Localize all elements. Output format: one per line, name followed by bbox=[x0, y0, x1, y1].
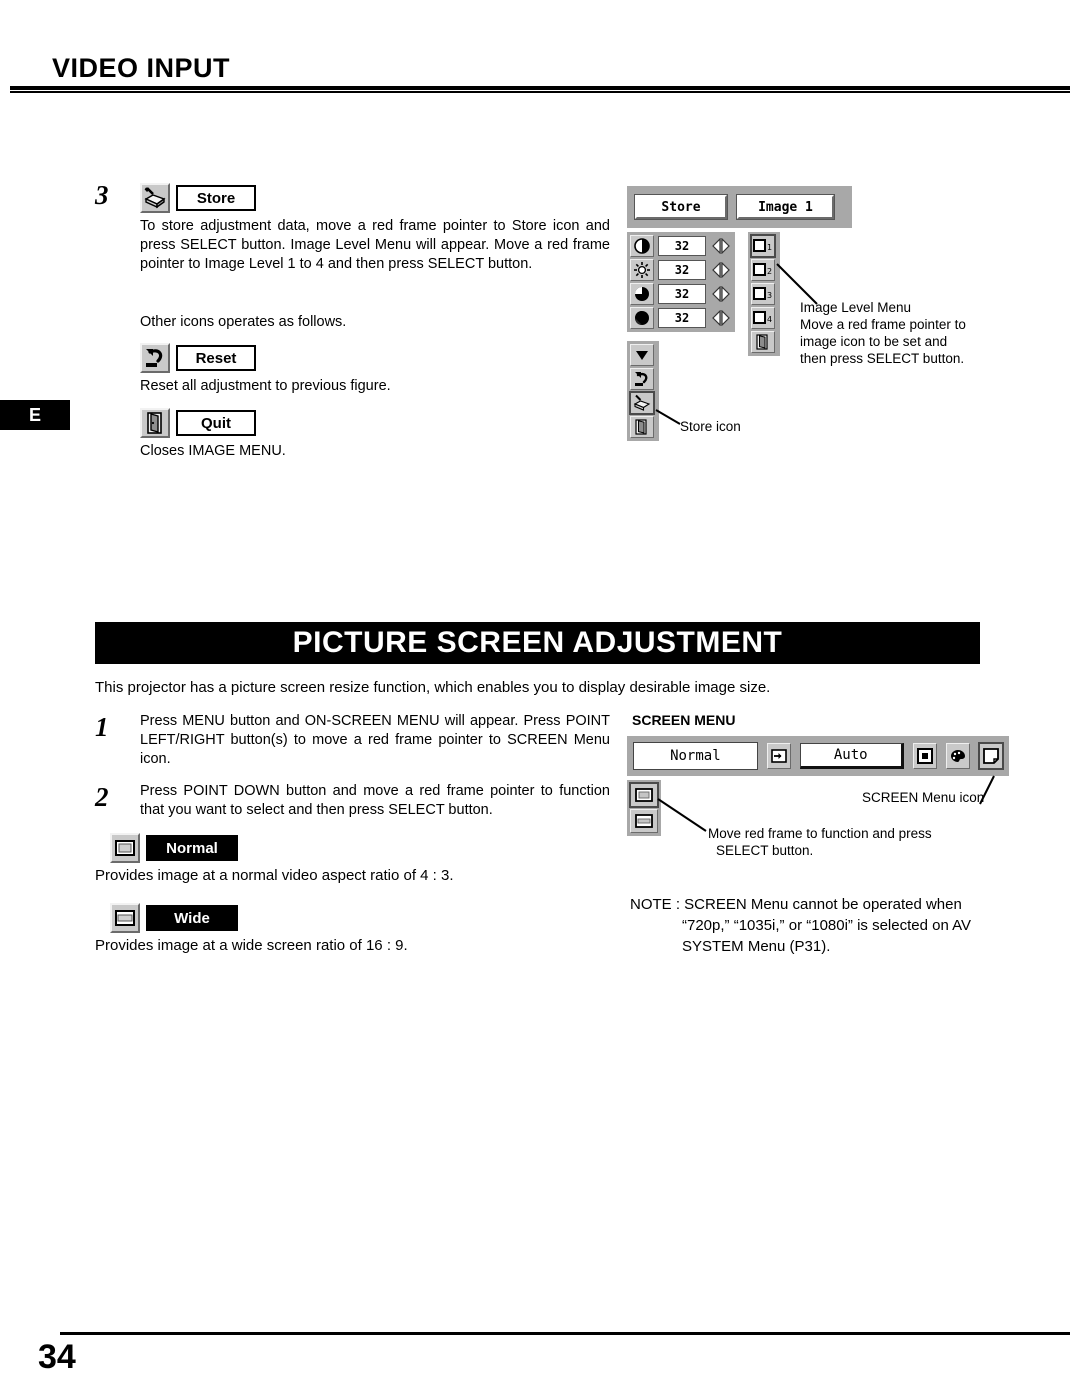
reset-description: Reset all adjustment to previous figure. bbox=[140, 378, 391, 394]
reset-icon bbox=[140, 343, 170, 373]
normal-button-label[interactable]: Normal bbox=[146, 835, 238, 861]
page-number: 34 bbox=[38, 1338, 76, 1376]
image-level-2-icon[interactable]: 2 bbox=[751, 259, 775, 281]
tint-icon bbox=[630, 307, 654, 329]
screen-wide-icon bbox=[110, 903, 140, 933]
left-right-arrows-icon[interactable] bbox=[710, 236, 732, 256]
step-2-text: Press POINT DOWN button and move a red f… bbox=[140, 783, 610, 818]
input-icon[interactable] bbox=[766, 743, 791, 769]
quit-button-label[interactable]: Quit bbox=[176, 410, 256, 436]
store-button-label[interactable]: Store bbox=[176, 185, 256, 211]
margin-language-tab: E bbox=[0, 400, 70, 430]
image-level-callout: Image Level Menu Move a red frame pointe… bbox=[800, 299, 1050, 367]
section-banner-picture-screen-adjustment: PICTURE SCREEN ADJUSTMENT bbox=[95, 622, 980, 664]
svg-text:4: 4 bbox=[767, 315, 772, 324]
color-palette-icon[interactable] bbox=[945, 743, 970, 769]
adjust-row[interactable]: 32 bbox=[630, 307, 732, 329]
image-level-3-icon[interactable]: 3 bbox=[751, 283, 775, 305]
adjust-value[interactable]: 32 bbox=[658, 260, 706, 280]
left-right-arrows-icon[interactable] bbox=[710, 284, 732, 304]
adjust-row[interactable]: 32 bbox=[630, 283, 732, 305]
callout-line: SELECT button. bbox=[716, 843, 814, 858]
image-level-1-icon[interactable]: 1 bbox=[750, 234, 776, 258]
reset-icon[interactable] bbox=[630, 368, 654, 390]
adjust-value[interactable]: 32 bbox=[658, 284, 706, 304]
reset-button-label[interactable]: Reset bbox=[176, 345, 256, 371]
svg-text:2: 2 bbox=[767, 267, 772, 276]
page-title: VIDEO INPUT bbox=[52, 53, 231, 83]
screen-normal-icon[interactable] bbox=[629, 782, 659, 808]
screen-menu-icon-callout: SCREEN Menu icon bbox=[862, 790, 985, 805]
note-line: SYSTEM Menu (P31). bbox=[682, 938, 831, 955]
step-1-text: Press MENU button and ON-SCREEN MENU wil… bbox=[140, 713, 610, 767]
osd-store-tab[interactable]: Store bbox=[634, 194, 728, 220]
wide-description: Provides image at a wide screen ratio of… bbox=[95, 937, 408, 954]
brightness-icon bbox=[630, 259, 654, 281]
other-icons-note: Other icons operates as follows. bbox=[140, 314, 347, 330]
callout-line: Move red frame to function and press bbox=[708, 826, 932, 841]
auto-value[interactable]: Auto bbox=[799, 743, 904, 769]
image-level-4-icon[interactable]: 4 bbox=[751, 307, 775, 329]
wide-button-row[interactable]: Wide bbox=[110, 903, 238, 933]
image-menu-top-bar: Store Image 1 bbox=[627, 186, 852, 228]
svg-text:3: 3 bbox=[767, 291, 772, 300]
screen-menu-heading: SCREEN MENU bbox=[632, 712, 736, 728]
quit-description: Closes IMAGE MENU. bbox=[140, 443, 286, 459]
screen-normal-icon bbox=[110, 833, 140, 863]
quit-door-icon bbox=[140, 408, 170, 438]
down-arrow-icon[interactable] bbox=[630, 344, 654, 366]
image-menu-icon-stack bbox=[627, 341, 659, 441]
square-icon[interactable] bbox=[912, 743, 937, 769]
callout-line: image icon to be set and bbox=[800, 334, 948, 349]
quit-button-row[interactable]: Quit bbox=[140, 408, 256, 438]
adjust-row[interactable]: 32 bbox=[630, 235, 732, 257]
picture-screen-intro: This projector has a picture screen resi… bbox=[95, 679, 771, 696]
callout-line: Image Level Menu bbox=[800, 300, 912, 315]
image-adjust-panel: 32 32 32 32 bbox=[627, 232, 735, 332]
store-icon-callout: Store icon bbox=[680, 419, 741, 434]
note-line: NOTE : SCREEN Menu cannot be operated wh… bbox=[630, 896, 962, 913]
header-divider bbox=[10, 86, 1070, 94]
screen-function-icon-stack bbox=[627, 780, 661, 836]
adjust-row[interactable]: 32 bbox=[630, 259, 732, 281]
screen-menu-note: NOTE : SCREEN Menu cannot be operated wh… bbox=[630, 894, 1030, 957]
wide-button-label[interactable]: Wide bbox=[146, 905, 238, 931]
quit-door-icon[interactable] bbox=[751, 331, 775, 353]
left-right-arrows-icon[interactable] bbox=[710, 260, 732, 280]
screen-menu-bar: Normal Auto bbox=[627, 736, 1009, 776]
color-icon bbox=[630, 283, 654, 305]
callout-line: then press SELECT button. bbox=[800, 351, 965, 366]
contrast-icon bbox=[630, 235, 654, 257]
screen-function-callout: Move red frame to function and press SEL… bbox=[708, 825, 1038, 859]
step-number-2: 2 bbox=[95, 782, 109, 812]
store-button-row[interactable]: Store bbox=[140, 183, 256, 213]
note-line: “720p,” “1035i,” or “1080i” is selected … bbox=[682, 917, 972, 934]
footer-divider bbox=[60, 1332, 1070, 1335]
screen-wide-icon[interactable] bbox=[630, 809, 658, 833]
normal-description: Provides image at a normal video aspect … bbox=[95, 867, 454, 884]
osd-image-level-tab[interactable]: Image 1 bbox=[736, 194, 835, 220]
adjust-value[interactable]: 32 bbox=[658, 308, 706, 328]
screen-menu-icon[interactable] bbox=[977, 742, 1004, 770]
svg-text:1: 1 bbox=[767, 243, 772, 252]
step-number-1: 1 bbox=[95, 712, 109, 742]
step-number-3: 3 bbox=[95, 180, 109, 210]
store-icon[interactable] bbox=[629, 391, 655, 415]
reset-button-row[interactable]: Reset bbox=[140, 343, 256, 373]
store-icon bbox=[140, 183, 170, 213]
left-right-arrows-icon[interactable] bbox=[710, 308, 732, 328]
store-description: To store adjustment data, move a red fra… bbox=[140, 218, 610, 272]
quit-door-icon[interactable] bbox=[630, 416, 654, 438]
screen-menu-value[interactable]: Normal bbox=[633, 742, 758, 770]
adjust-value[interactable]: 32 bbox=[658, 236, 706, 256]
callout-line: Move a red frame pointer to bbox=[800, 317, 966, 332]
normal-button-row[interactable]: Normal bbox=[110, 833, 238, 863]
